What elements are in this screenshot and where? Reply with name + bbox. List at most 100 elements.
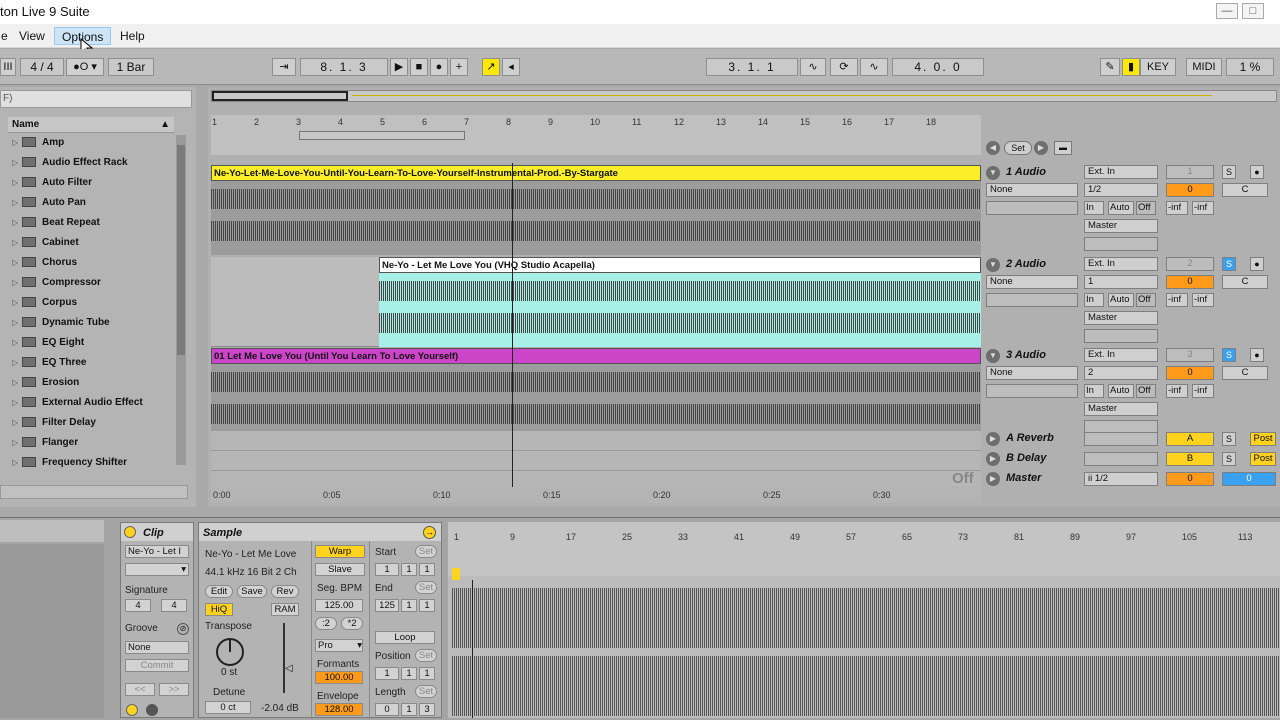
expand-arrow-icon[interactable]: ▷ bbox=[12, 353, 22, 373]
transpose-knob-icon[interactable] bbox=[213, 635, 247, 669]
browser-search-input[interactable]: F) bbox=[0, 90, 192, 108]
warp-mode-select[interactable]: Pro ▾ bbox=[315, 639, 363, 652]
set-end-button[interactable]: Set bbox=[415, 581, 437, 594]
signature-numerator[interactable]: 4 bbox=[125, 599, 151, 612]
position-beat-field[interactable]: 1 bbox=[401, 667, 417, 680]
half-tempo-button[interactable]: :2 bbox=[315, 617, 337, 630]
expand-arrow-icon[interactable]: ▷ bbox=[12, 193, 22, 213]
arm-record-icon[interactable]: ● bbox=[1250, 348, 1264, 362]
monitor-off-button[interactable]: Off bbox=[1136, 384, 1156, 398]
return-solo-button[interactable]: S bbox=[1222, 432, 1236, 446]
browser-item[interactable]: ▷ Compressor bbox=[12, 273, 178, 293]
show-envelope-box-icon[interactable] bbox=[146, 704, 158, 716]
overdub-button[interactable]: + bbox=[450, 58, 468, 76]
track-pan-field[interactable]: C bbox=[1222, 275, 1268, 289]
track-number-button[interactable]: 3 bbox=[1166, 348, 1214, 362]
expand-arrow-icon[interactable]: ▷ bbox=[12, 153, 22, 173]
end-bar-field[interactable]: 125 bbox=[375, 599, 399, 612]
track-fold-icon[interactable]: ▼ bbox=[986, 258, 1000, 272]
sends-select[interactable]: None bbox=[986, 366, 1078, 380]
track-number-button[interactable]: 2 bbox=[1166, 257, 1214, 271]
browser-item[interactable]: ▷ Amp bbox=[12, 133, 178, 153]
sends-select[interactable]: None bbox=[986, 275, 1078, 289]
browser-item[interactable]: ▷ Audio Effect Rack bbox=[12, 153, 178, 173]
solo-button[interactable]: S bbox=[1222, 257, 1236, 271]
output-select[interactable]: Master bbox=[1084, 219, 1158, 233]
track-name[interactable]: 2 Audio bbox=[1006, 258, 1046, 270]
return-track-name[interactable]: B Delay bbox=[1006, 452, 1046, 464]
start-bar-field[interactable]: 1 bbox=[375, 563, 399, 576]
expand-arrow-icon[interactable]: ▷ bbox=[12, 173, 22, 193]
arm-record-icon[interactable]: ● bbox=[1250, 257, 1264, 271]
browser-item[interactable]: ▷ Flanger bbox=[12, 433, 178, 453]
automation-arm-button[interactable]: ↗ bbox=[482, 58, 500, 76]
track-fold-icon[interactable]: ▼ bbox=[986, 166, 1000, 180]
set-locator-button[interactable]: Set bbox=[1004, 141, 1032, 155]
song-position-display[interactable]: 8. 1. 3 bbox=[300, 58, 388, 76]
browser-item[interactable]: ▷ Frequency Shifter bbox=[12, 453, 178, 473]
set-position-button[interactable]: Set bbox=[415, 649, 437, 662]
clip-name-field[interactable]: Ne-Yo - Let I bbox=[125, 545, 189, 558]
set-length-button[interactable]: Set bbox=[415, 685, 437, 698]
monitor-auto-button[interactable]: Auto bbox=[1108, 293, 1134, 307]
position-bar-field[interactable]: 1 bbox=[375, 667, 399, 680]
monitor-off-button[interactable]: Off bbox=[1136, 293, 1156, 307]
expand-arrow-icon[interactable]: ▷ bbox=[12, 313, 22, 333]
loop-button[interactable]: ⟳ bbox=[830, 58, 858, 76]
expand-arrow-icon[interactable]: ▷ bbox=[12, 393, 22, 413]
envelope-field[interactable]: 128.00 bbox=[315, 703, 363, 716]
arrangement-overview[interactable] bbox=[211, 90, 1277, 102]
seg-bpm-field[interactable]: 125.00 bbox=[315, 599, 363, 612]
arm-record-icon[interactable]: ● bbox=[1250, 165, 1264, 179]
browser-item[interactable]: ▷ EQ Eight bbox=[12, 333, 178, 353]
track-pan-field[interactable]: C bbox=[1222, 183, 1268, 197]
set-start-button[interactable]: Set bbox=[415, 545, 437, 558]
punch-in-button[interactable]: ∿ bbox=[800, 58, 826, 76]
groove-pool-icon[interactable]: ⊘ bbox=[177, 623, 189, 635]
return-activator-button[interactable]: A bbox=[1166, 432, 1214, 446]
clip-title[interactable]: Ne-Yo-Let-Me-Love-You-Until-You-Learn-To… bbox=[211, 165, 981, 181]
browser-item[interactable]: ▷ Cabinet bbox=[12, 233, 178, 253]
master-volume-field[interactable]: 0 bbox=[1166, 472, 1214, 486]
nudge-back-button[interactable]: << bbox=[125, 683, 155, 696]
clip-title[interactable]: 01 Let Me Love You (Until You Learn To L… bbox=[211, 348, 981, 364]
input-channel-select[interactable]: 1 bbox=[1084, 275, 1158, 289]
ram-button[interactable]: RAM bbox=[271, 603, 299, 616]
reverse-button[interactable]: Rev bbox=[271, 585, 299, 598]
warp-button[interactable]: Warp bbox=[315, 545, 365, 558]
monitor-in-button[interactable]: In bbox=[1084, 384, 1104, 398]
edit-button[interactable]: Edit bbox=[205, 585, 233, 598]
loop-toggle-button[interactable]: Loop bbox=[375, 631, 435, 644]
return-solo-button[interactable]: S bbox=[1222, 452, 1236, 466]
browser-item[interactable]: ▷ Chorus bbox=[12, 253, 178, 273]
track-number-button[interactable]: 1 bbox=[1166, 165, 1214, 179]
browser-item[interactable]: ▷ External Audio Effect bbox=[12, 393, 178, 413]
length-beat-field[interactable]: 1 bbox=[401, 703, 417, 716]
draw-mode-icon[interactable]: ✎ bbox=[1100, 58, 1120, 76]
monitor-auto-button[interactable]: Auto bbox=[1108, 201, 1134, 215]
expand-arrow-icon[interactable]: ▷ bbox=[12, 213, 22, 233]
menu-view[interactable]: View bbox=[12, 27, 52, 45]
clip-color-select[interactable]: ▾ bbox=[125, 563, 189, 576]
browser-item[interactable]: ▷ Dynamic Tube bbox=[12, 313, 178, 333]
input-type-select[interactable]: Ext. In bbox=[1084, 257, 1158, 271]
track-pan-field[interactable]: C bbox=[1222, 366, 1268, 380]
track-volume-field[interactable]: 0 bbox=[1166, 275, 1214, 289]
groove-select[interactable]: None bbox=[125, 641, 189, 654]
length-sixteenth-field[interactable]: 3 bbox=[419, 703, 435, 716]
midi-map-button[interactable]: MIDI bbox=[1186, 58, 1222, 76]
browser-item[interactable]: ▷ Erosion bbox=[12, 373, 178, 393]
formants-field[interactable]: 100.00 bbox=[315, 671, 363, 684]
record-button[interactable]: ● bbox=[430, 58, 448, 76]
maximize-button[interactable]: □ bbox=[1242, 3, 1264, 19]
return-track-name[interactable]: A Reverb bbox=[1006, 432, 1054, 444]
signature-display[interactable]: 4 / 4 bbox=[20, 58, 64, 76]
expand-arrow-icon[interactable]: ▷ bbox=[12, 253, 22, 273]
computer-midi-keyboard-icon[interactable]: ▮ bbox=[1122, 58, 1140, 76]
follow-button[interactable]: ⇥ bbox=[272, 58, 296, 76]
detune-field[interactable]: 0 ct bbox=[205, 701, 251, 714]
return-fold-icon[interactable]: ▶ bbox=[986, 472, 1000, 486]
return-post-button[interactable]: Post bbox=[1250, 432, 1276, 446]
back-to-arrangement-button[interactable]: ◂ bbox=[502, 58, 520, 76]
expand-arrow-icon[interactable]: ▷ bbox=[12, 433, 22, 453]
